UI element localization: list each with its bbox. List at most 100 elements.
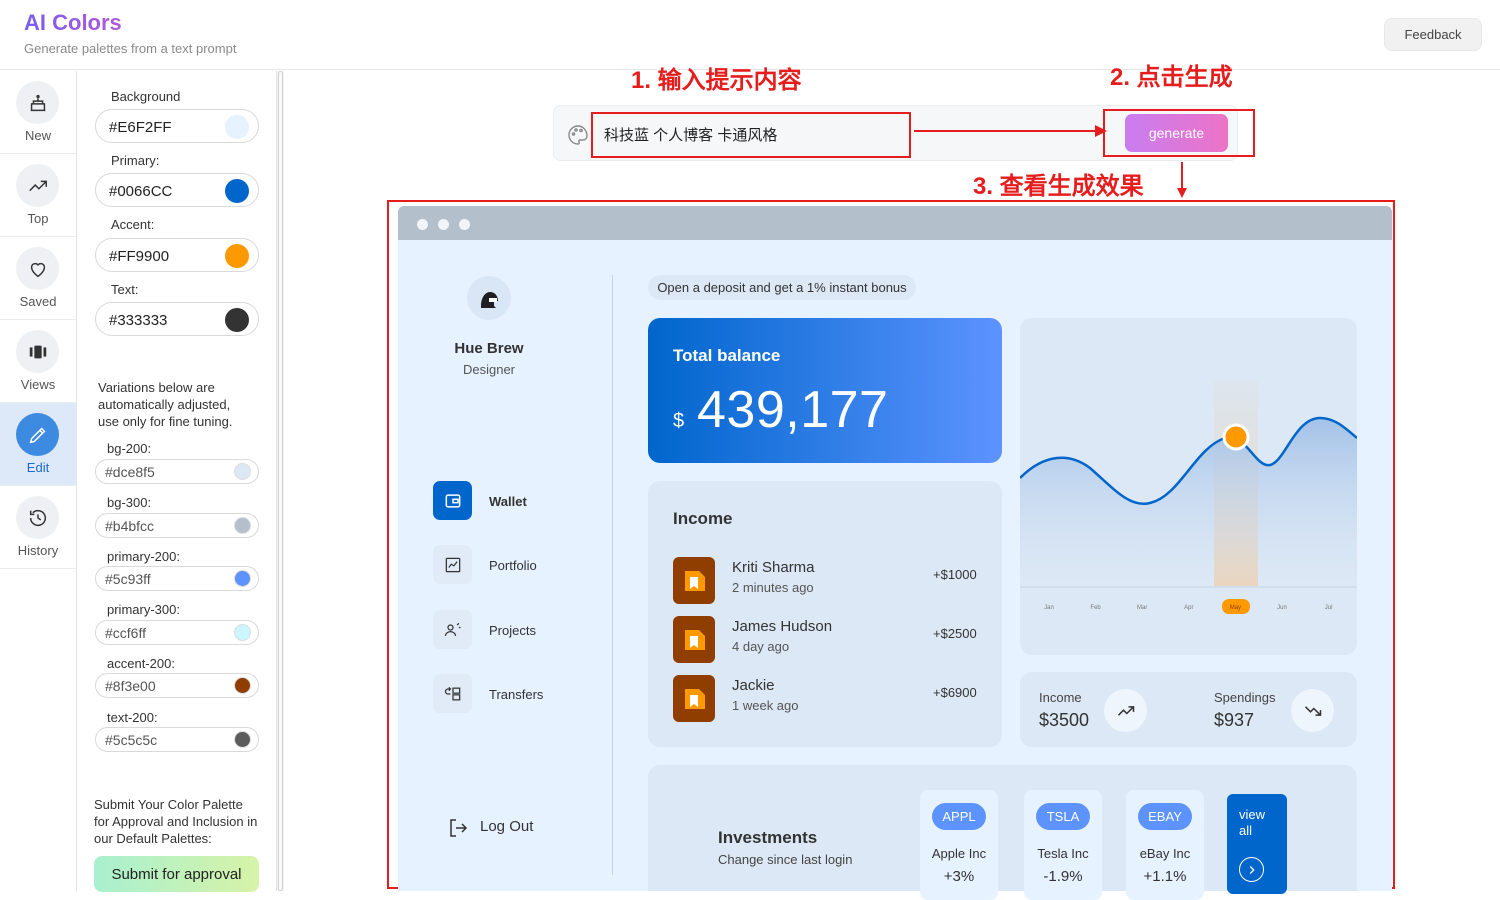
scrollbar-thumb[interactable] <box>278 71 283 891</box>
primary-color-field[interactable]: #0066CC <box>95 173 259 207</box>
stock-name: Tesla Inc <box>1037 846 1089 861</box>
nav-item-saved[interactable]: Saved <box>0 237 76 320</box>
primary-label: Primary: <box>111 153 160 168</box>
stock-card[interactable]: TSLA Tesla Inc -1.9% <box>1024 790 1102 900</box>
window-dot <box>459 219 470 230</box>
month-label: Jun <box>1277 605 1287 611</box>
accent-color-swatch[interactable] <box>225 244 249 268</box>
background-color-field[interactable]: #E6F2FF <box>95 109 259 143</box>
nav-item-top[interactable]: Top <box>0 154 76 237</box>
annotation-step1: 1. 输入提示内容 <box>631 67 802 94</box>
text-color-value[interactable]: #333333 <box>109 312 167 329</box>
transaction-time: 1 week ago <box>732 698 799 713</box>
submit-description: Submit Your Color Palette for Approval a… <box>94 797 258 846</box>
variation-swatch[interactable] <box>234 624 251 641</box>
stock-ticker: EBAY <box>1138 803 1192 830</box>
view-all-button[interactable]: view all <box>1227 794 1287 894</box>
variation-value[interactable]: #b4bfcc <box>105 518 154 534</box>
text-color-swatch[interactable] <box>225 308 249 332</box>
promo-banner[interactable]: Open a deposit and get a 1% instant bonu… <box>648 275 916 300</box>
variation-field-primary-300[interactable]: #ccf6ff <box>95 620 259 645</box>
nav-item-views[interactable]: Views <box>0 320 76 403</box>
variation-value[interactable]: #5c5c5c <box>105 732 157 748</box>
variation-field-text-200[interactable]: #5c5c5c <box>95 727 259 752</box>
variation-label: primary-300: <box>107 602 180 617</box>
logout-button[interactable]: Log Out <box>480 818 533 835</box>
transaction-avatar <box>673 675 715 722</box>
annotation-arrow-right <box>914 125 1107 137</box>
cake-icon <box>16 81 59 124</box>
income-summary-value: $3500 <box>1039 710 1090 730</box>
variation-swatch[interactable] <box>234 731 251 748</box>
feedback-button[interactable]: Feedback <box>1384 18 1482 51</box>
annotation-box-generate <box>1103 109 1255 157</box>
variation-value[interactable]: #ccf6ff <box>105 625 146 641</box>
user-role: Designer <box>462 362 516 377</box>
variation-swatch[interactable] <box>234 570 251 587</box>
menu-item-transfers[interactable]: Transfers <box>489 687 543 702</box>
primary-color-swatch[interactable] <box>225 179 249 203</box>
menu-item-projects[interactable]: Projects <box>489 623 536 638</box>
transaction-amount: +$1000 <box>933 567 977 582</box>
carousel-icon <box>16 330 59 373</box>
transfers-icon[interactable] <box>433 674 472 713</box>
variation-swatch[interactable] <box>234 517 251 534</box>
accent-color-field[interactable]: #FF9900 <box>95 238 259 272</box>
chevron-right-icon <box>1239 857 1264 882</box>
nav-label-edit: Edit <box>26 460 50 475</box>
palette-icon <box>568 125 588 145</box>
nav-label-history: History <box>17 543 59 558</box>
balance-title: Total balance <box>673 346 781 365</box>
variation-field-primary-200[interactable]: #5c93ff <box>95 566 259 591</box>
wallet-icon[interactable] <box>433 481 472 520</box>
background-color-value[interactable]: #E6F2FF <box>109 119 172 136</box>
nav-item-new[interactable]: New <box>0 71 76 154</box>
trending-up-icon <box>1104 689 1147 732</box>
menu-item-wallet[interactable]: Wallet <box>489 494 527 509</box>
nav-item-edit[interactable]: Edit <box>0 403 76 486</box>
text-color-field[interactable]: #333333 <box>95 302 259 336</box>
stock-name: eBay Inc <box>1139 846 1191 861</box>
variation-label: primary-200: <box>107 549 180 564</box>
primary-color-value[interactable]: #0066CC <box>109 183 172 200</box>
user-avatar[interactable] <box>467 276 511 320</box>
variation-field-bg-200[interactable]: #dce8f5 <box>95 459 259 484</box>
heart-icon <box>16 247 59 290</box>
background-color-swatch[interactable] <box>225 115 249 139</box>
variation-swatch[interactable] <box>234 463 251 480</box>
variation-value[interactable]: #5c93ff <box>105 571 151 587</box>
stock-card[interactable]: EBAY eBay Inc +1.1% <box>1126 790 1204 900</box>
stock-ticker: APPL <box>932 803 986 830</box>
stock-card[interactable]: APPL Apple Inc +3% <box>920 790 998 900</box>
spendings-summary-value: $937 <box>1214 710 1255 730</box>
portfolio-icon[interactable] <box>433 545 472 584</box>
annotation-step3: 3. 查看生成效果 <box>973 173 1144 200</box>
transaction-name: James Hudson <box>732 618 833 635</box>
logout-icon[interactable] <box>446 816 470 840</box>
app-title[interactable]: AI Colors <box>24 10 122 36</box>
nav-item-history[interactable]: History <box>0 486 76 569</box>
accent-color-value[interactable]: #FF9900 <box>109 248 169 265</box>
variation-value[interactable]: #8f3e00 <box>105 678 156 694</box>
variation-field-bg-300[interactable]: #b4bfcc <box>95 513 259 538</box>
submit-approval-button[interactable]: Submit for approval <box>94 856 259 892</box>
income-title: Income <box>673 509 733 528</box>
stock-change: +3% <box>943 868 975 885</box>
spendings-summary-label: Spendings <box>1214 690 1276 705</box>
variation-swatch[interactable] <box>234 677 251 694</box>
stock-change: -1.9% <box>1043 868 1083 885</box>
variation-value[interactable]: #dce8f5 <box>105 464 155 480</box>
investments-title: Investments <box>718 828 818 847</box>
menu-item-portfolio[interactable]: Portfolio <box>489 558 537 573</box>
variations-note: Variations below are automatically adjus… <box>98 380 233 429</box>
panel-scrollbar[interactable] <box>276 71 284 891</box>
projects-icon[interactable] <box>433 610 472 649</box>
chart-highlight-point[interactable] <box>1222 423 1250 451</box>
variation-label: bg-300: <box>107 495 152 510</box>
variation-field-accent-200[interactable]: #8f3e00 <box>95 673 259 698</box>
annotation-arrow-down <box>1177 162 1187 198</box>
transaction-amount: +$6900 <box>933 685 977 700</box>
balance-currency: $ <box>673 410 685 432</box>
user-name: Hue Brew <box>454 340 524 357</box>
view-all-label: view all <box>1239 807 1266 838</box>
